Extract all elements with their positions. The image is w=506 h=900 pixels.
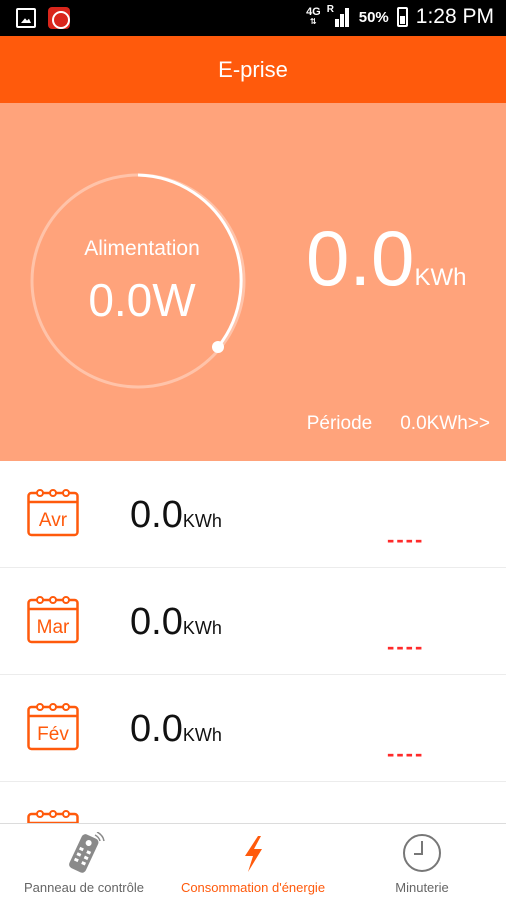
- period-link[interactable]: Période 0.0KWh>>: [307, 413, 490, 435]
- status-bar: 4G ⇅ R 50% 1:28 PM: [0, 0, 506, 36]
- app-notification-icon: [48, 7, 70, 29]
- status-time: 1:28 PM: [415, 5, 494, 28]
- status-notifications: [16, 7, 70, 29]
- month-label: Mar: [36, 617, 70, 638]
- page-title: E-prise: [218, 57, 288, 82]
- tab-timer[interactable]: Minuterie: [338, 824, 506, 900]
- tab-energy-consumption[interactable]: Consommation d'énergie: [169, 824, 337, 900]
- image-notification-icon: [16, 8, 36, 28]
- bottom-navigation: Panneau de contrôle Consommation d'énerg…: [0, 823, 506, 900]
- lightning-icon: [245, 836, 262, 872]
- list-item-partial[interactable]: [0, 782, 506, 823]
- tab-control-panel-label: Panneau de contrôle: [24, 880, 144, 895]
- period-label: Période: [306, 413, 373, 434]
- list-item[interactable]: Fév 0.0KWh ----: [0, 675, 506, 782]
- clock-icon: [403, 834, 441, 872]
- tab-energy-consumption-label: Consommation d'énergie: [180, 880, 326, 895]
- remote-control-icon: [69, 832, 105, 873]
- month-energy-value: 0.0: [130, 708, 183, 750]
- period-value: 0.0KWh>>: [400, 413, 490, 434]
- signal-icon: R: [326, 4, 351, 27]
- gauge-knob: [212, 341, 224, 353]
- battery-icon: [396, 7, 408, 27]
- list-item[interactable]: Mar 0.0KWh ----: [0, 568, 506, 675]
- total-energy-unit: KWh: [414, 264, 467, 291]
- status-indicators: 4G ⇅ R 50% 1:28 PM: [306, 4, 494, 29]
- total-energy-value: 0.0: [306, 214, 415, 302]
- power-value: 0.0W: [88, 274, 196, 326]
- month-energy-unit: KWh: [182, 725, 222, 745]
- month-energy-unit: KWh: [182, 618, 222, 638]
- month-energy: 0.0KWh: [130, 494, 222, 537]
- list-item[interactable]: Avr 0.0KWh ----: [0, 461, 506, 568]
- month-energy: 0.0KWh: [130, 708, 222, 751]
- network-4g-label: 4G: [306, 6, 321, 18]
- month-label: Avr: [38, 510, 68, 531]
- month-energy-value: 0.0: [130, 494, 183, 536]
- roaming-label: R: [326, 4, 334, 15]
- battery-percent: 50%: [358, 8, 389, 26]
- network-type: 4G ⇅: [306, 6, 321, 27]
- monthly-consumption-list[interactable]: Avr 0.0KWh ---- Mar 0.0KWh ---- Fév 0.0K…: [0, 461, 506, 823]
- month-change: ----: [387, 634, 425, 659]
- month-label: Fév: [37, 724, 69, 745]
- month-energy-value: 0.0: [130, 601, 183, 643]
- tab-control-panel[interactable]: Panneau de contrôle: [0, 824, 168, 900]
- app-header: E-prise: [0, 36, 506, 103]
- month-change: ----: [387, 741, 425, 766]
- month-energy-unit: KWh: [182, 511, 222, 531]
- calendar-icon: [27, 810, 79, 823]
- month-change: ----: [387, 527, 425, 552]
- energy-summary: Alimentation 0.0W 0.0KWh Période 0.0KWh>…: [0, 103, 506, 461]
- total-energy: 0.0KWh: [306, 213, 466, 304]
- month-energy: 0.0KWh: [130, 601, 222, 644]
- tab-timer-label: Minuterie: [395, 880, 449, 895]
- gauge-label: Alimentation: [84, 237, 200, 260]
